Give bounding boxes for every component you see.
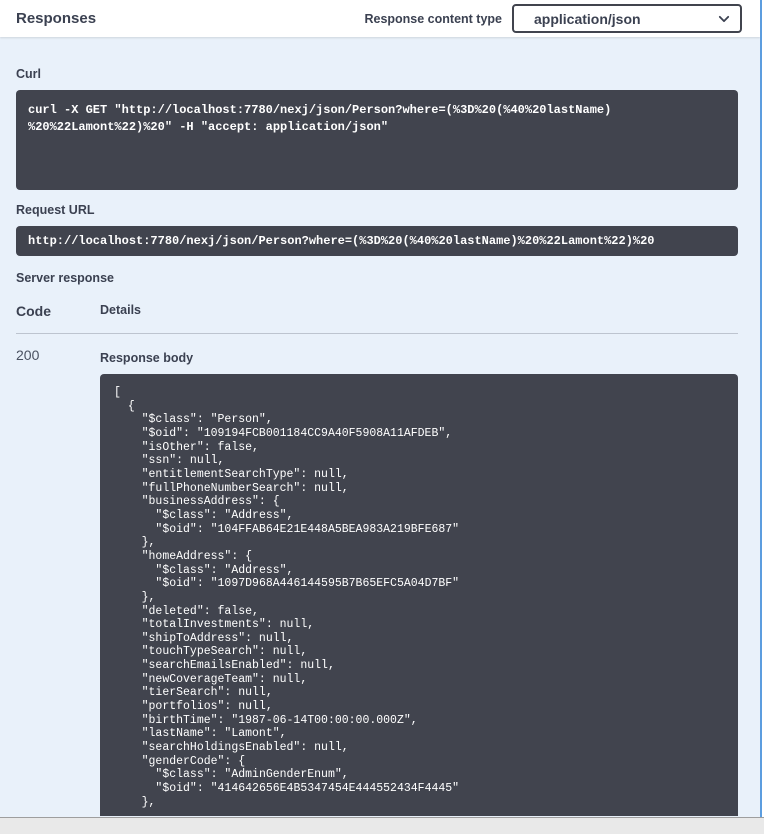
server-response-table-header: Code Details xyxy=(16,303,738,334)
server-response-label: Server response xyxy=(16,271,738,285)
response-content-type-select[interactable]: application/json xyxy=(512,4,742,33)
responses-section: Responses Response content type applicat… xyxy=(0,0,762,817)
response-body: [ { "$class": "Person", "$oid": "109194F… xyxy=(100,374,738,816)
request-url-label: Request URL xyxy=(16,203,738,217)
response-details-cell: Response body [ { "$class": "Person", "$… xyxy=(100,347,738,816)
horizontal-scrollbar[interactable] xyxy=(0,817,764,834)
responses-header: Responses Response content type applicat… xyxy=(0,0,760,37)
response-content-type-control: Response content type application/json xyxy=(364,4,742,33)
status-code: 200 xyxy=(16,347,100,816)
table-row: 200 Response body [ { "$class": "Person"… xyxy=(16,334,738,816)
response-details-header: Details xyxy=(100,303,141,319)
curl-label: Curl xyxy=(16,67,738,81)
response-content-type-select-wrap: application/json xyxy=(512,4,742,33)
responses-body: Curl curl -X GET "http://localhost:7780/… xyxy=(0,37,760,816)
request-url-value: http://localhost:7780/nexj/json/Person?w… xyxy=(16,226,738,256)
response-code-header: Code xyxy=(16,303,100,319)
curl-command: curl -X GET "http://localhost:7780/nexj/… xyxy=(16,90,738,190)
page-title: Responses xyxy=(16,10,96,27)
response-content-type-label: Response content type xyxy=(364,12,502,26)
response-body-label: Response body xyxy=(100,351,738,365)
